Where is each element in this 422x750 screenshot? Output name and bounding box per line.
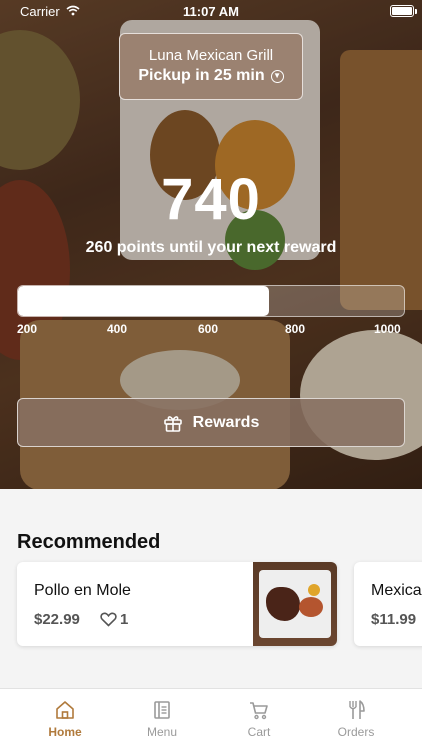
garnish-shape	[308, 584, 320, 596]
tab-orders[interactable]: Orders	[308, 689, 404, 750]
item-price: $22.99	[34, 611, 80, 628]
item-photo	[253, 562, 337, 646]
gift-icon	[163, 415, 182, 432]
progress-tick-labels: 200 400 600 800 1000	[17, 322, 405, 338]
tab-label: Menu	[146, 725, 178, 739]
chevron-down-icon: ▼	[270, 69, 284, 83]
progress-tick-label: 400	[107, 322, 128, 336]
recommended-heading: Recommended	[17, 531, 161, 553]
location-selector[interactable]: Luna Mexican Grill Pickup in 25 min ▼	[119, 33, 303, 100]
tab-label: Home	[48, 725, 82, 739]
item-name: Mexica	[371, 582, 422, 599]
rewards-progress-fill	[18, 286, 269, 316]
pickup-time-label: Pickup in 25 min	[138, 67, 265, 84]
mole-shape	[266, 587, 300, 621]
status-bar: Carrier 11:07 AM	[0, 0, 422, 22]
hero-background-image: Carrier 11:07 AM Luna Mexican Grill Pick…	[0, 0, 422, 489]
pickup-time-row: Pickup in 25 min ▼	[120, 67, 302, 85]
fork-knife-icon	[349, 700, 365, 719]
tab-label: Orders	[337, 725, 375, 739]
rewards-progress-bar	[17, 285, 405, 317]
restaurant-name: Luna Mexican Grill	[148, 47, 274, 64]
item-price: $11.99	[371, 611, 417, 628]
points-balance: 740	[161, 167, 261, 232]
home-icon	[56, 701, 74, 719]
progress-tick-label: 600	[198, 322, 219, 336]
rewards-button[interactable]: Rewards	[17, 398, 405, 447]
rice-shape	[299, 597, 323, 617]
battery-tip	[415, 9, 417, 14]
app-root: Carrier 11:07 AM Luna Mexican Grill Pick…	[0, 0, 422, 750]
like-button[interactable]: 1	[100, 611, 128, 628]
tab-home[interactable]: Home	[17, 689, 113, 750]
points-until-reward: 260 points until your next reward	[85, 239, 337, 256]
cart-icon	[250, 702, 268, 720]
progress-tick-label: 200	[17, 322, 38, 336]
recommended-item-card[interactable]: Mexica $11.99	[354, 562, 422, 646]
progress-tick-label: 800	[285, 322, 306, 336]
like-count: 1	[120, 611, 129, 628]
heart-icon	[100, 612, 117, 627]
tab-cart[interactable]: Cart	[211, 689, 307, 750]
rewards-button-label: Rewards	[192, 413, 260, 431]
tab-label: Cart	[247, 725, 271, 739]
item-name: Pollo en Mole	[34, 582, 131, 599]
battery-icon	[390, 5, 414, 17]
progress-tick-label: 1000	[374, 322, 401, 336]
menu-icon	[154, 701, 170, 719]
tab-menu[interactable]: Menu	[114, 689, 210, 750]
clock: 11:07 AM	[183, 4, 239, 19]
bottom-tab-bar: Home Menu Cart Orders	[0, 688, 422, 750]
recommended-item-card[interactable]: Pollo en Mole $22.99 1	[17, 562, 337, 646]
